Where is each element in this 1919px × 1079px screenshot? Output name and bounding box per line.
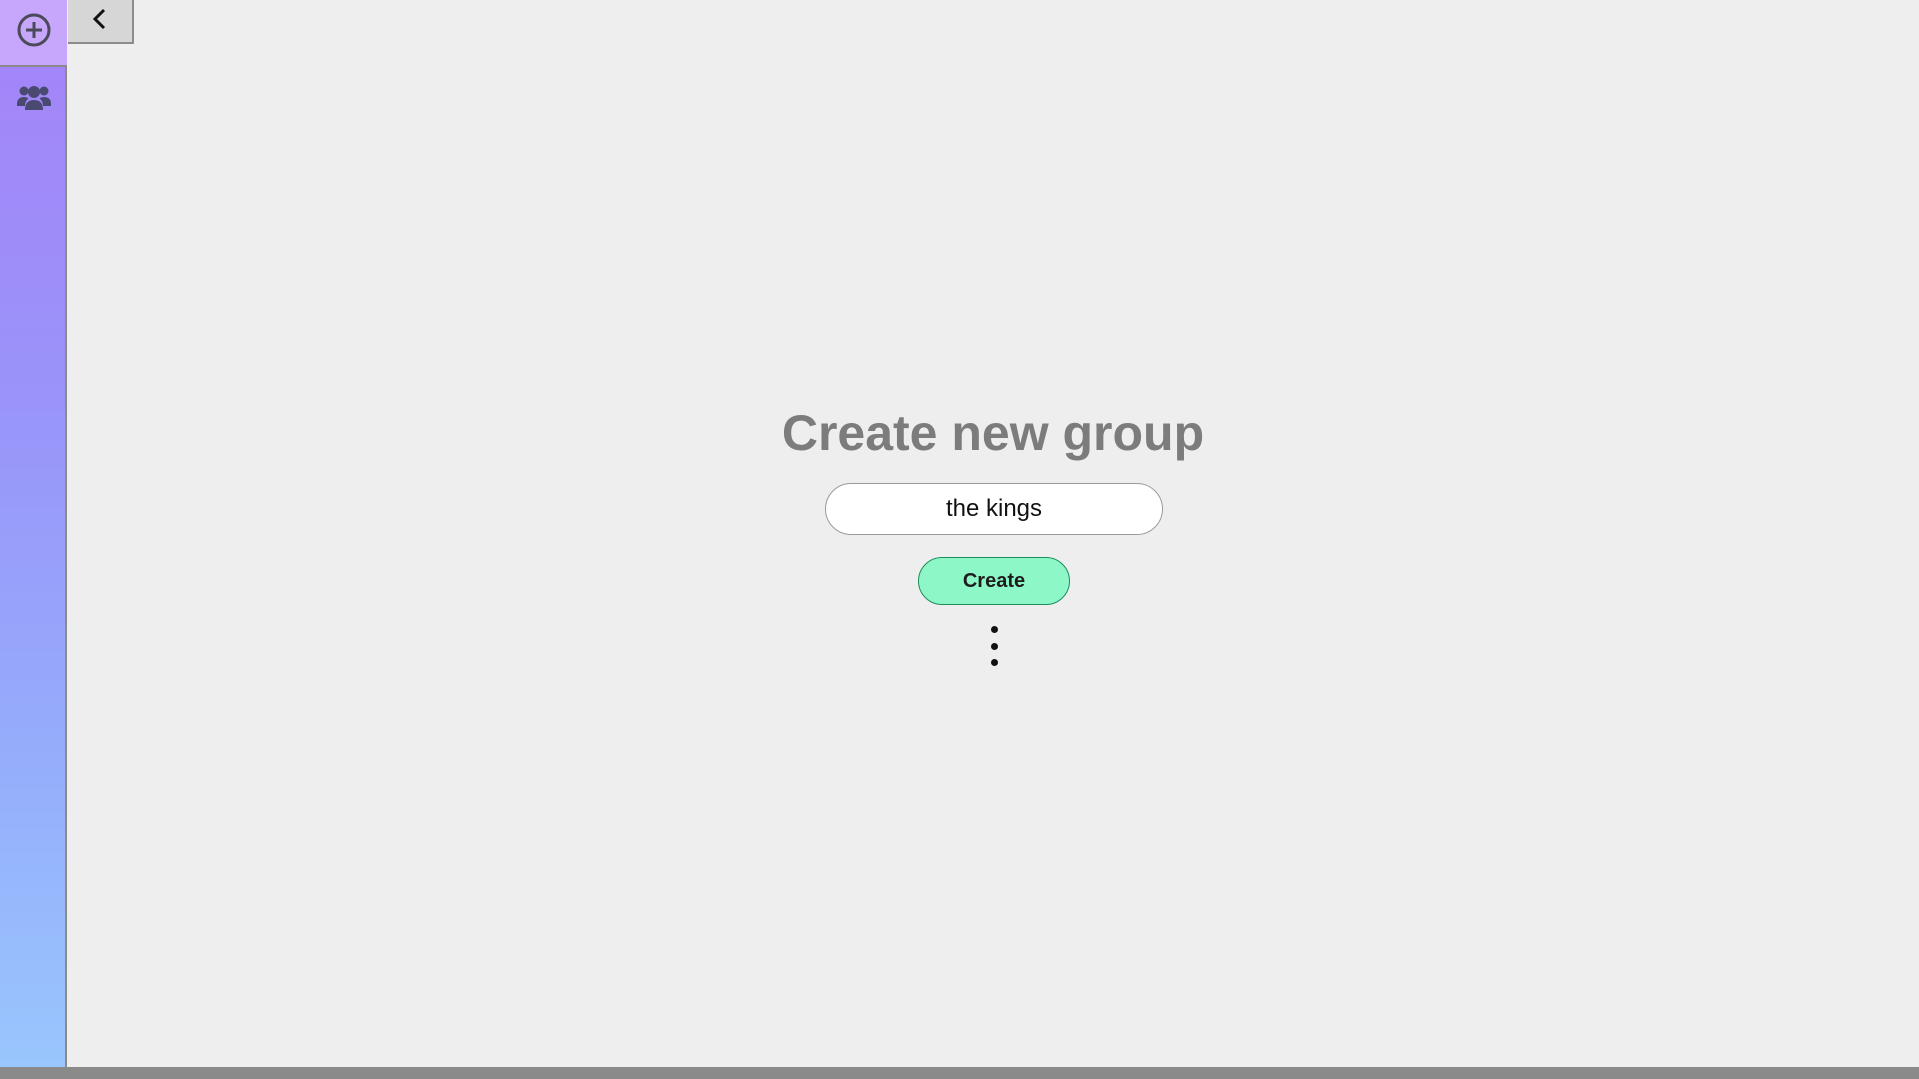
horizontal-scrollbar[interactable] — [0, 1067, 1919, 1079]
create-button[interactable]: Create — [918, 557, 1070, 605]
more-options-button[interactable] — [974, 620, 1014, 672]
page-title: Create new group — [781, 405, 1205, 461]
sidebar-item-new-group[interactable] — [0, 0, 67, 67]
app-window: Create new group Create — [0, 0, 1919, 1079]
plus-circle-icon — [16, 12, 52, 53]
sidebar — [0, 0, 67, 1067]
vertical-ellipsis-icon — [990, 626, 998, 633]
main-content: Create new group Create — [67, 0, 1919, 1067]
ellipsis-dot — [990, 642, 998, 650]
users-icon — [16, 82, 52, 119]
sidebar-item-groups[interactable] — [0, 67, 67, 133]
group-name-input[interactable] — [825, 483, 1163, 535]
ellipsis-dot — [990, 659, 998, 666]
